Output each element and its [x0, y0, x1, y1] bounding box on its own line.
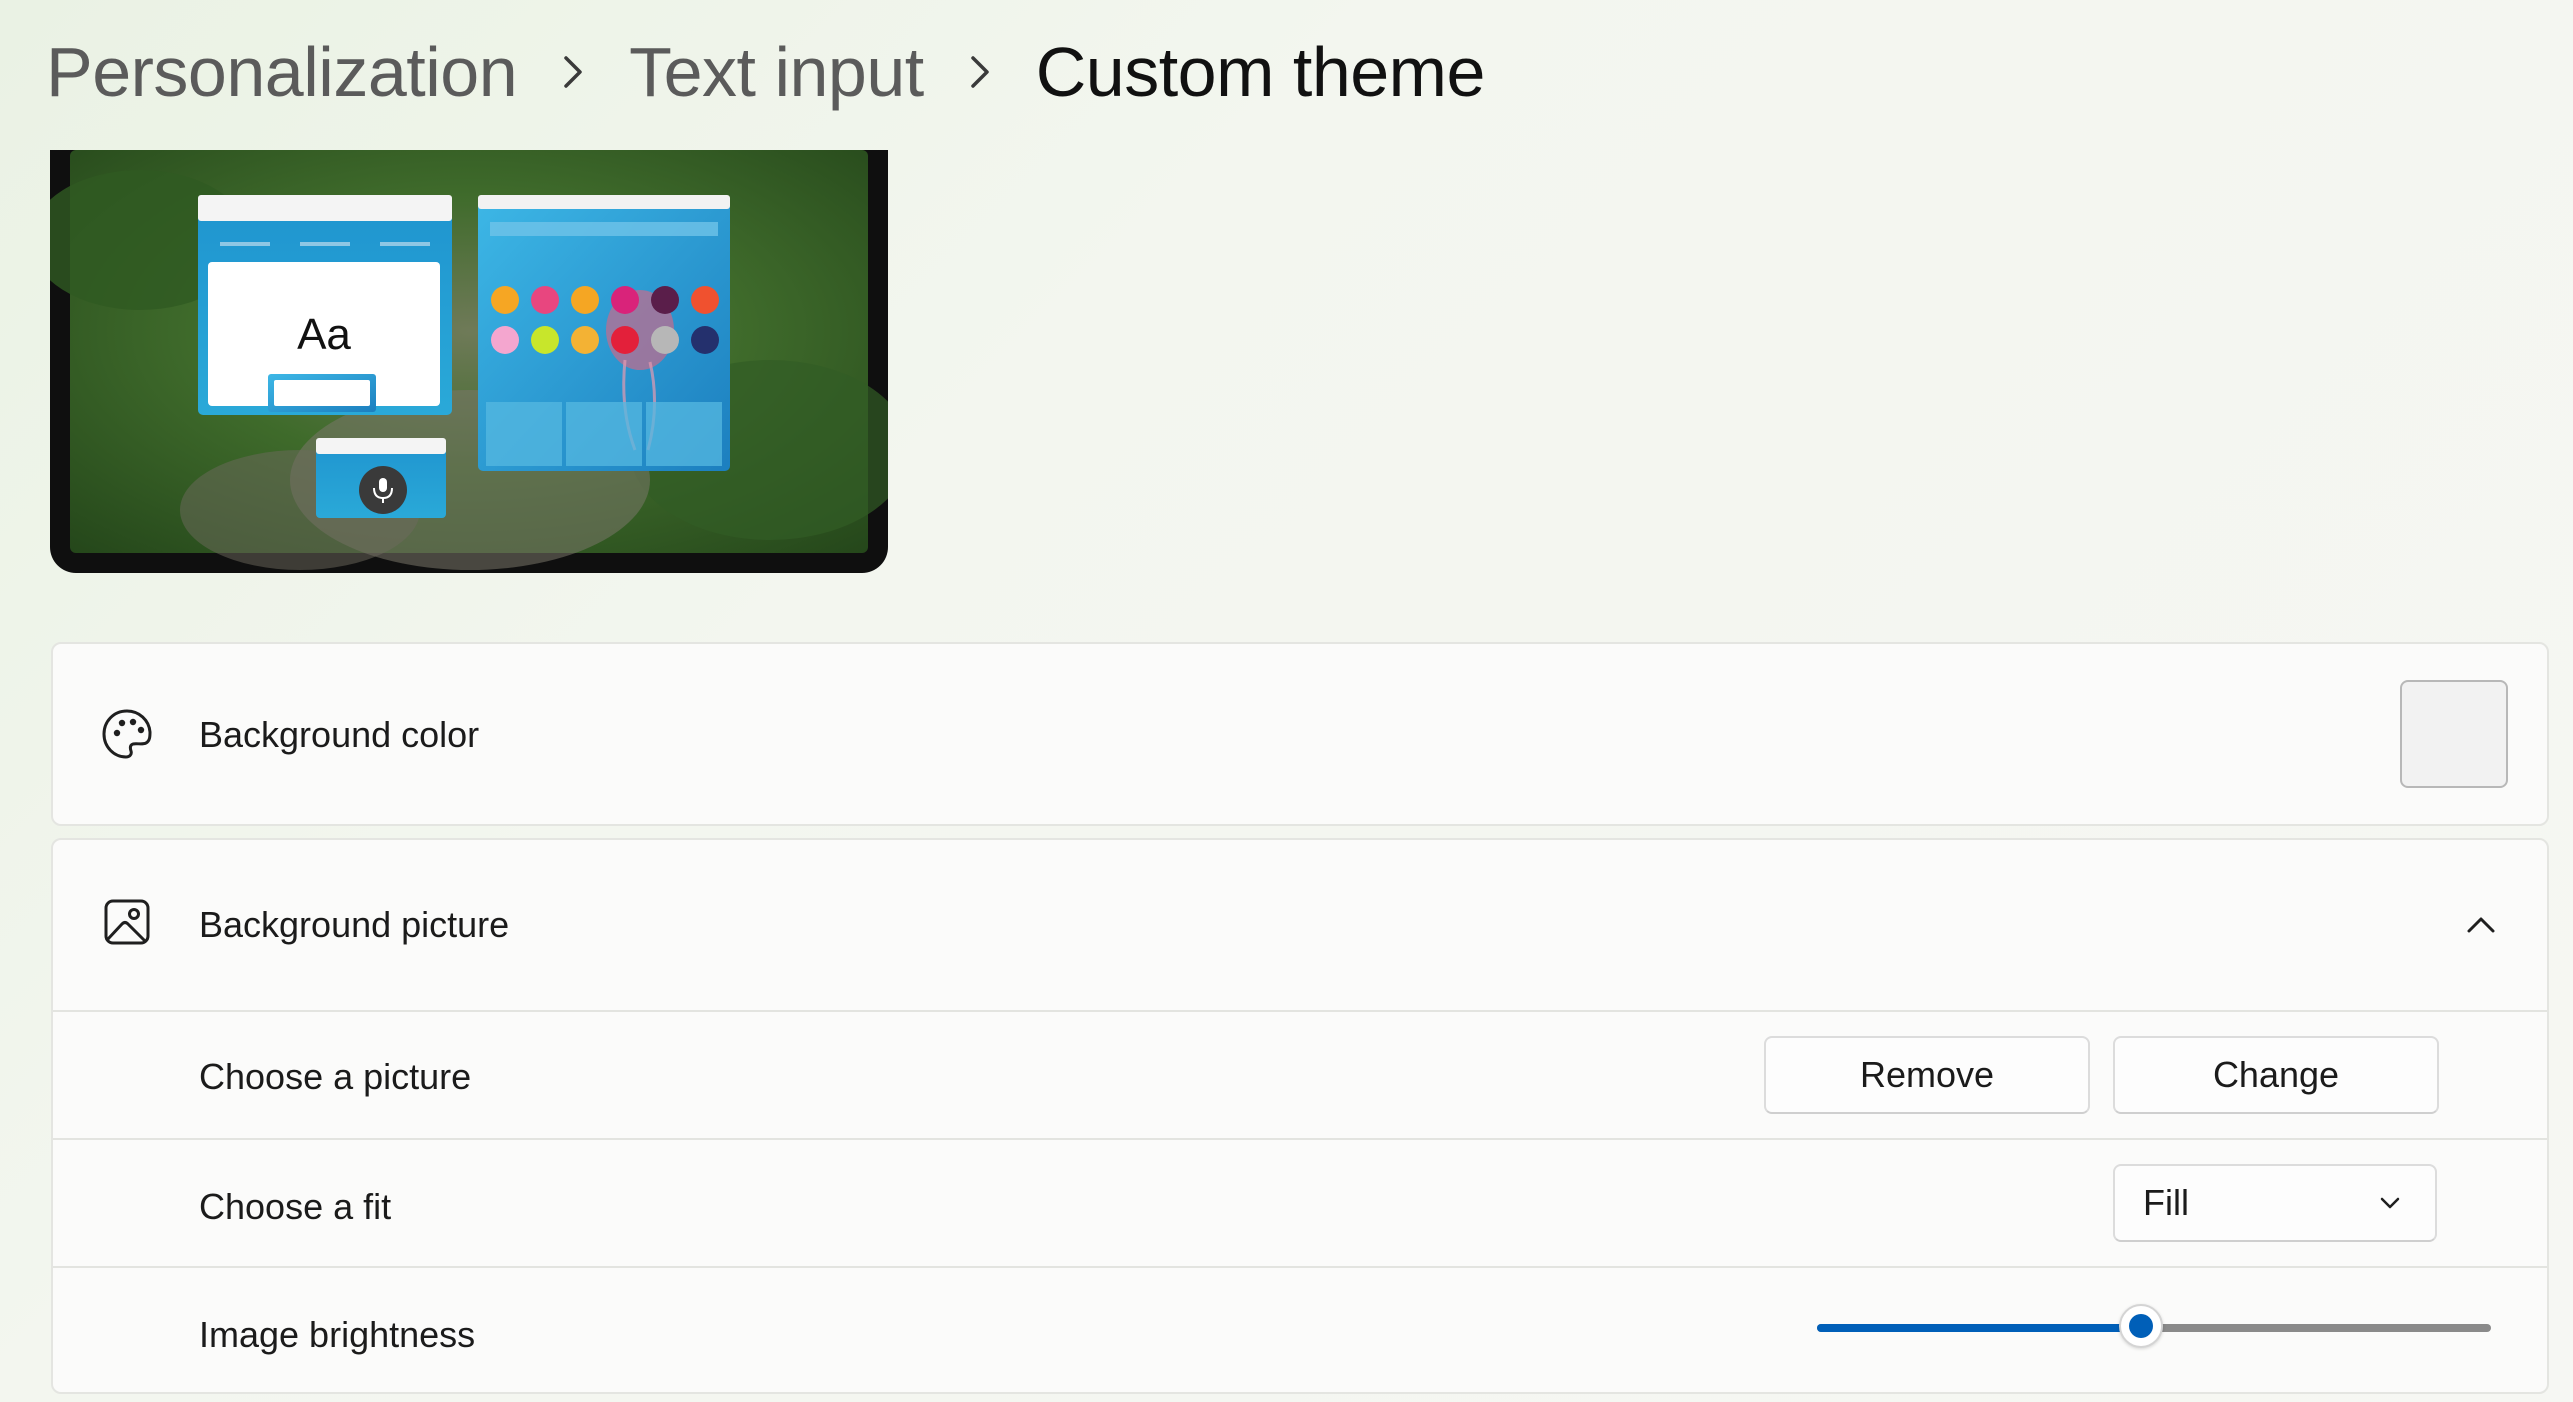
background-color-label: Background color [199, 714, 480, 755]
choose-picture-label: Choose a picture [199, 1056, 472, 1097]
background-picture-header[interactable]: Background picture [53, 840, 2547, 1010]
remove-picture-button[interactable]: Remove [1764, 1036, 2090, 1114]
microphone-icon [359, 466, 407, 514]
slider-fill [1817, 1324, 2141, 1332]
choose-fit-row: Choose a fit Fill [53, 1138, 2547, 1266]
breadcrumb-item-text-input[interactable]: Text input [629, 22, 924, 122]
chevron-up-icon[interactable] [2451, 900, 2511, 950]
background-color-swatch[interactable] [2400, 680, 2508, 788]
choose-picture-row: Choose a picture Remove Change [53, 1010, 2547, 1138]
breadcrumb: Personalization Text input Custom theme [46, 22, 1485, 122]
breadcrumb-item-personalization[interactable]: Personalization [46, 22, 518, 122]
image-brightness-slider[interactable] [1817, 1304, 2491, 1348]
chevron-down-icon [2375, 1188, 2405, 1218]
change-picture-button[interactable]: Change [2113, 1036, 2439, 1114]
theme-preview: Aa [50, 150, 888, 573]
chevron-right-icon [924, 22, 1036, 122]
background-picture-setting: Background picture Choose a picture Remo… [51, 838, 2549, 1394]
image-brightness-label: Image brightness [199, 1314, 476, 1355]
background-picture-label: Background picture [199, 904, 510, 945]
palette-icon [97, 704, 157, 764]
image-brightness-row: Image brightness [53, 1266, 2547, 1392]
background-color-setting: Background color [51, 642, 2549, 826]
preview-sample-text: Aa [297, 310, 351, 359]
fit-dropdown[interactable]: Fill [2113, 1164, 2437, 1242]
slider-thumb[interactable] [2119, 1304, 2163, 1348]
picture-icon [97, 892, 157, 952]
choose-fit-label: Choose a fit [199, 1186, 392, 1227]
page-title: Custom theme [1035, 33, 1486, 111]
chevron-right-icon [517, 22, 629, 122]
fit-dropdown-value: Fill [2143, 1182, 2189, 1223]
